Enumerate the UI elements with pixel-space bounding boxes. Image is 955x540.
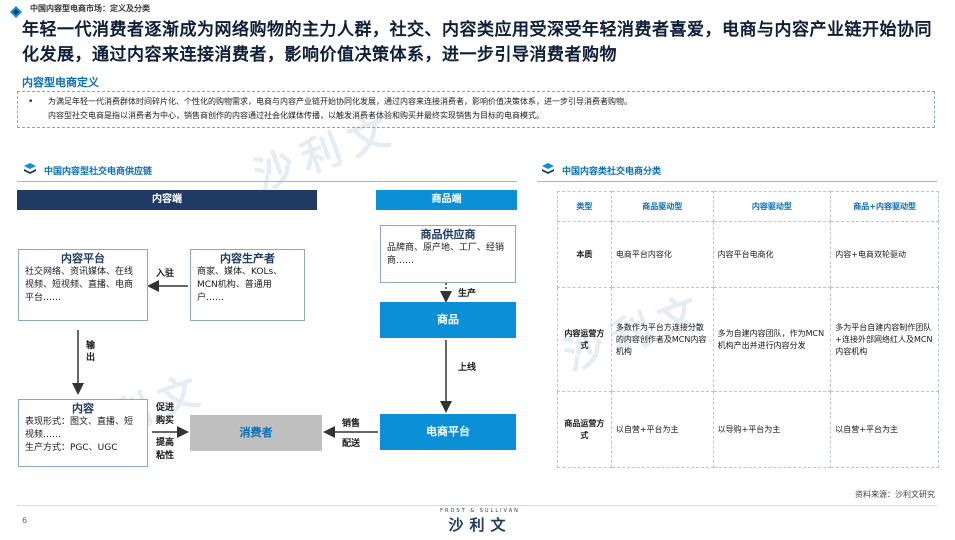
classification-table: 类型 商品驱动型 内容驱动型 商品+内容驱动型 本质 电商平台内容化 内容平台电… — [557, 191, 939, 468]
layers-icon — [542, 163, 554, 174]
table-header-row: 类型 商品驱动型 内容驱动型 商品+内容驱动型 — [557, 191, 939, 222]
node-title: 内容平台 — [61, 252, 105, 265]
node-body: 商家、媒体、KOLs、MCN机构、普通用户…… — [197, 267, 283, 303]
table-cell: 电商平台内容化 — [610, 221, 714, 288]
node-title: 内容生产者 — [220, 252, 275, 265]
table-cell: 多为平台自建内容制作团队+连接外部网络红人及MCN内容机构 — [830, 287, 939, 392]
table-header-cell: 类型 — [557, 191, 612, 222]
node-title: 商品供应商 — [420, 228, 476, 241]
row-header: 商品运营方式 — [557, 391, 612, 468]
classification-title: 中国内容类社交电商分类 — [562, 167, 662, 177]
node-body: 生产方式：PGC、UGC — [25, 443, 118, 453]
node-body: 表现形式：图文、直播、短视频…… — [25, 417, 134, 440]
table-cell: 以自营+平台为主 — [830, 391, 939, 468]
consumer-node: 消费者 — [190, 415, 322, 451]
source-note: 资料来源：沙利文研究 — [855, 490, 935, 499]
row-header: 内容运营方式 — [557, 287, 612, 392]
page-number: 6 — [22, 516, 28, 525]
table-header-cell: 商品驱动型 — [610, 191, 714, 222]
footer-logo: FROST & SULLIVAN 沙利文 — [425, 508, 535, 535]
content-producer-node: 内容生产者 商家、媒体、KOLs、MCN机构、普通用户…… — [190, 249, 305, 321]
promote-buy-label: 促进购买 — [156, 403, 175, 426]
produce-label: 生产 — [458, 289, 477, 299]
listing-label: 上线 — [458, 363, 477, 373]
table-cell: 以自营+平台为主 — [610, 391, 714, 468]
table-cell: 多为自建内容团队，作为MCN机构产出并进行内容分发 — [712, 287, 832, 392]
table-cell: 多数作为平台方连接分散的内容创作者及MCN内容机构 — [610, 287, 714, 392]
enter-label: 入驻 — [156, 269, 175, 279]
table-cell: 以导购+平台为主 — [712, 391, 832, 468]
footer-divider — [17, 505, 937, 506]
sales-delivery-label: 销售配送 — [342, 419, 361, 449]
table-header-cell: 商品+内容驱动型 — [830, 191, 939, 222]
table-cell: 内容+电商双轮驱动 — [830, 221, 939, 288]
node-title: 内容 — [72, 402, 94, 415]
content-node: 内容 表现形式：图文、直播、短视频…… 生产方式：PGC、UGC — [18, 399, 148, 467]
improve-stickiness-label: 提高粘性 — [156, 438, 175, 461]
logo-text: 沙利文 — [448, 516, 512, 534]
table-row: 本质 电商平台内容化 内容平台电商化 内容+电商双轮驱动 — [557, 221, 939, 288]
product-node: 商品 — [380, 302, 516, 338]
table-row: 商品运营方式 以自营+平台为主 以导购+平台为主 以自营+平台为主 — [557, 391, 939, 468]
row-header: 本质 — [557, 221, 612, 288]
content-platform-node: 内容平台 社交网络、资讯媒体、在线视频、短视频、直播、电商平台…… — [18, 249, 148, 321]
output-label: 输出 — [86, 341, 96, 363]
supplier-node: 商品供应商 品牌商、原产地、工厂、经销商…… — [380, 225, 516, 283]
table-cell: 内容平台电商化 — [712, 221, 832, 288]
node-body: 社交网络、资讯媒体、在线视频、短视频、直播、电商平台…… — [25, 267, 134, 303]
divider — [537, 181, 937, 182]
table-row: 内容运营方式 多数作为平台方连接分散的内容创作者及MCN内容机构 多为自建内容团… — [557, 287, 939, 392]
node-body: 品牌商、原产地、工厂、经销商…… — [387, 243, 505, 266]
ecommerce-platform-node: 电商平台 — [380, 414, 516, 450]
table-header-cell: 内容驱动型 — [712, 191, 832, 222]
